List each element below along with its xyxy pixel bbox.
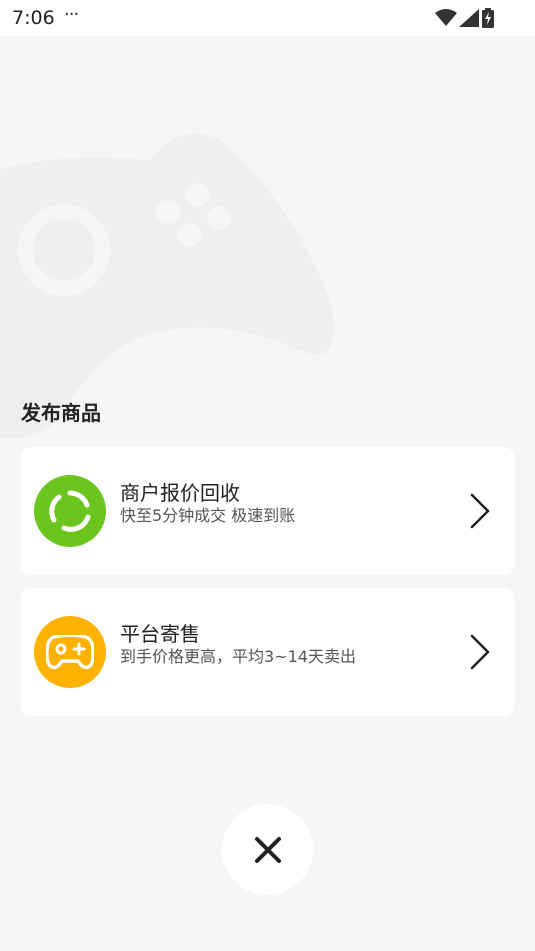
close-icon: [254, 836, 281, 863]
merchant-quote-recycle-card[interactable]: 商户报价回收 快至5分钟成交 极速到账: [21, 447, 514, 575]
gamepad-icon: [34, 616, 106, 688]
card-text: 平台寄售 到手价格更高，平均3~14天卖出: [120, 622, 356, 668]
status-time: 7:06: [12, 7, 55, 29]
card-subtitle: 到手价格更高，平均3~14天卖出: [120, 647, 356, 666]
card-text: 商户报价回收 快至5分钟成交 极速到账: [120, 481, 295, 527]
card-title: 平台寄售: [120, 622, 200, 646]
chevron-right-icon: [470, 493, 490, 529]
status-bar: 7:06 ···: [0, 0, 535, 36]
card-title: 商户报价回收: [120, 481, 240, 505]
publish-goods-screen: 7:06 ··· 发布商品 商户报价回收 快至5分钟成交 极速到账 平台寄售 到…: [0, 0, 535, 951]
chevron-right-icon: [470, 634, 490, 670]
section-title: 发布商品: [21, 401, 101, 425]
recycle-icon: [34, 475, 106, 547]
more-notifications-icon: ···: [64, 4, 79, 25]
status-icons: [435, 8, 495, 28]
close-button[interactable]: [222, 804, 313, 895]
signal-icon: [459, 9, 479, 27]
card-subtitle: 快至5分钟成交 极速到账: [120, 506, 296, 525]
platform-consignment-card[interactable]: 平台寄售 到手价格更高，平均3~14天卖出: [21, 588, 514, 716]
battery-charging-icon: [482, 8, 494, 28]
controller-watermark-icon: [0, 133, 334, 438]
wifi-icon: [435, 9, 457, 26]
